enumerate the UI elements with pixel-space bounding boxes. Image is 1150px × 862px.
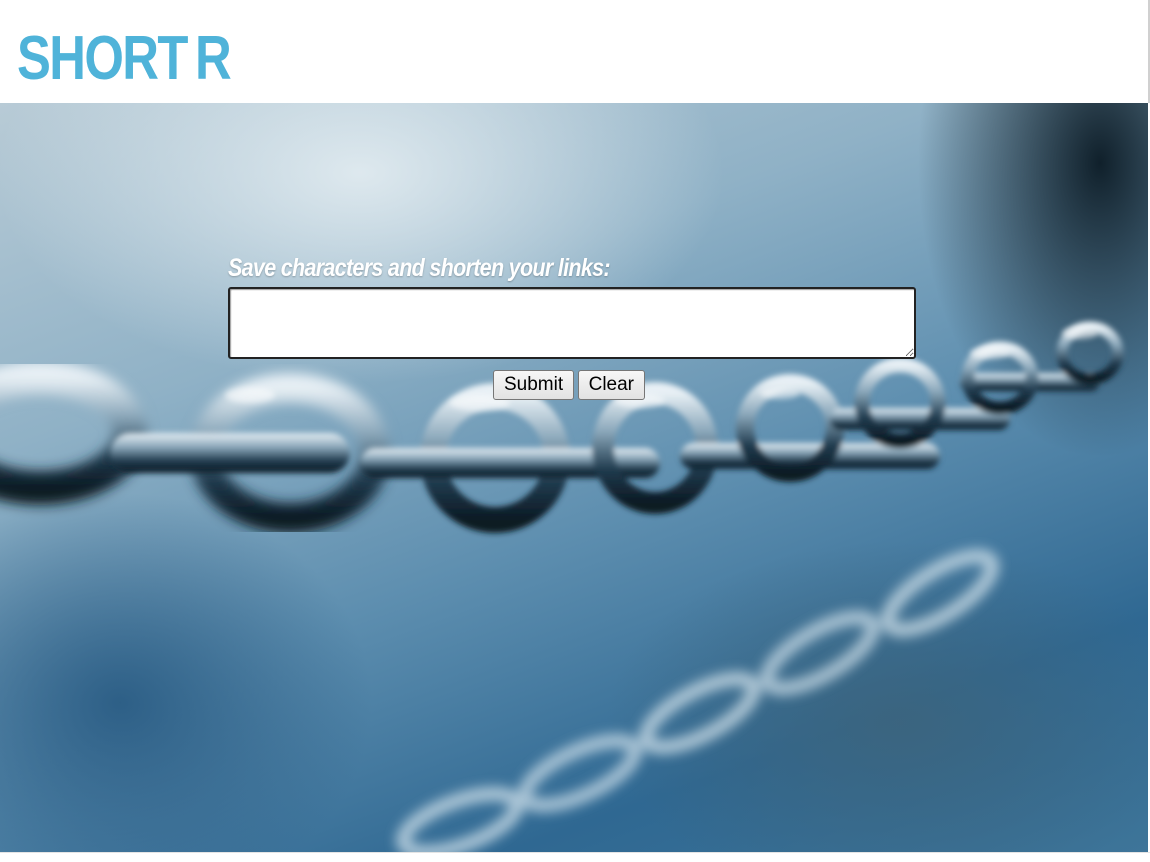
clear-button[interactable]: Clear xyxy=(577,370,645,400)
page: SHORT R Save characters and shorten your… xyxy=(0,0,1150,862)
submit-button[interactable]: Submit xyxy=(493,370,575,400)
chain-illustration xyxy=(0,321,1124,852)
shorten-form: Save characters and shorten your links: … xyxy=(228,253,918,400)
url-input[interactable] xyxy=(228,287,916,359)
form-buttons: Submit Clear xyxy=(493,370,645,400)
footer-strip xyxy=(0,852,1150,862)
site-logo[interactable]: SHORT R xyxy=(17,24,232,94)
form-label: Save characters and shorten your links: xyxy=(228,254,611,282)
header: SHORT R xyxy=(0,0,1150,103)
hero-background xyxy=(0,103,1148,852)
